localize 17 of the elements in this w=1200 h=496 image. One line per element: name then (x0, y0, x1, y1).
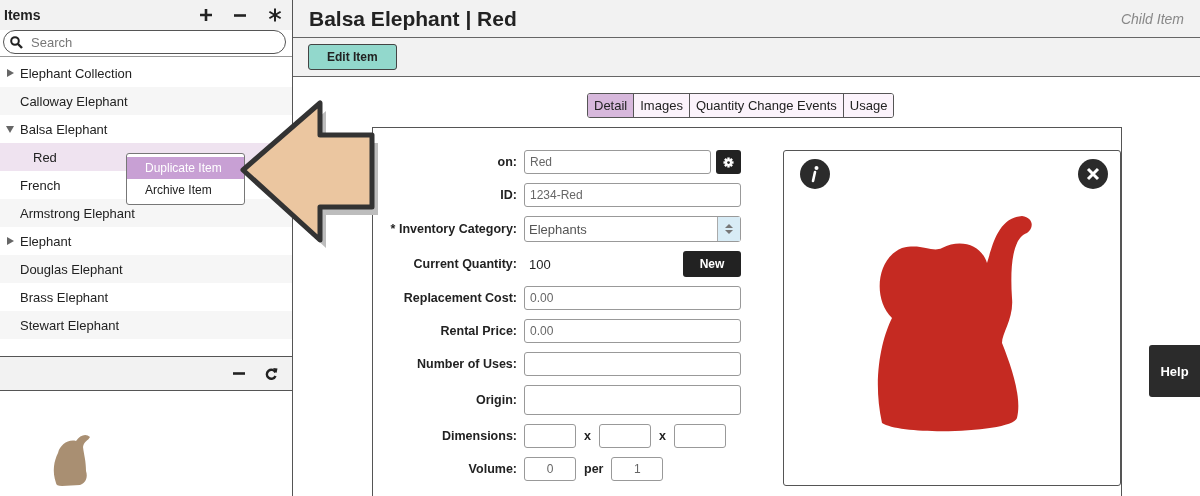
field-label: Current Quantity: (412, 257, 517, 271)
page-title: Balsa Elephant | Red (309, 6, 517, 31)
field-label: Origin: (475, 393, 517, 407)
panel-title: Items (4, 7, 42, 23)
per-label: per (583, 462, 605, 476)
field-label: Volume: (467, 462, 517, 476)
field-label: Replacement Cost: (402, 291, 517, 305)
field-label: Rental Price: (439, 324, 517, 338)
quantity-value: 100 (528, 256, 551, 272)
field-label: * Inventory Category: (389, 222, 517, 236)
field-label: Dimensions: (441, 429, 517, 443)
field-label: Number of Uses: (415, 357, 517, 371)
field-label: on: (496, 155, 517, 169)
times-sign: x (583, 429, 592, 443)
item-type-label: Child Item (1120, 10, 1184, 27)
times-sign: x (657, 429, 667, 443)
field-label: ID: (499, 188, 517, 202)
